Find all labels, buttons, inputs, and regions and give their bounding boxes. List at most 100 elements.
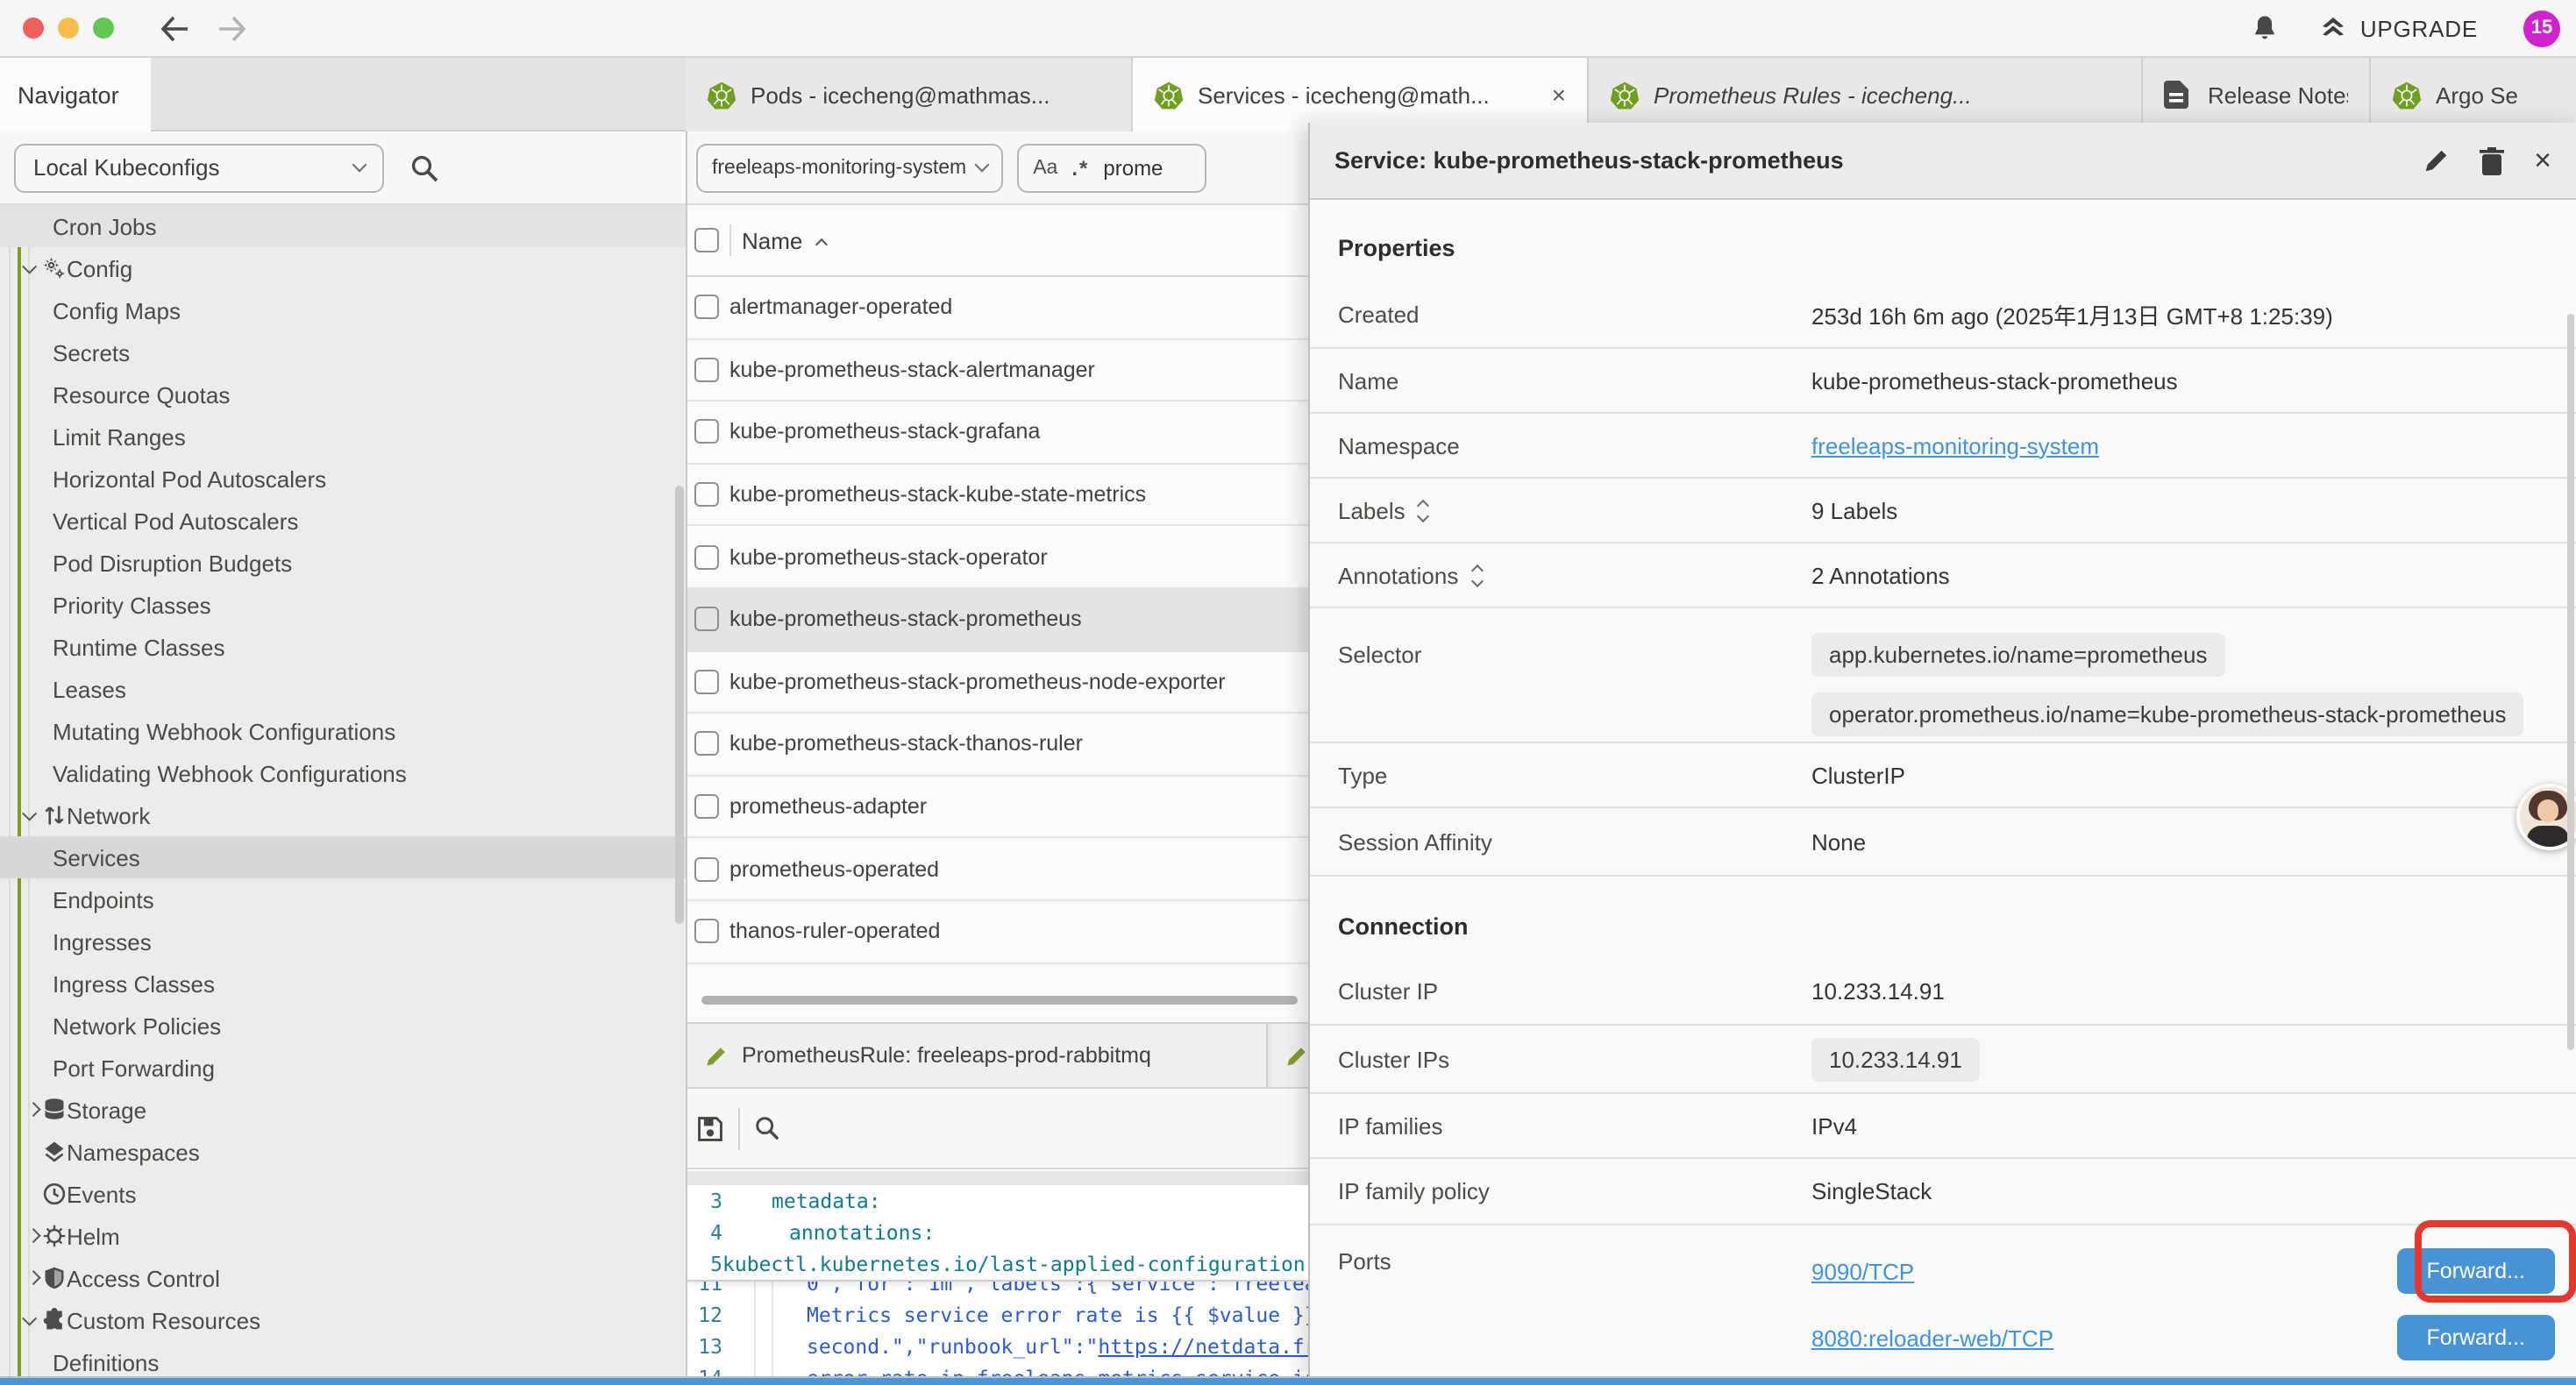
- edit-pencil-icon[interactable]: [2423, 147, 2450, 174]
- table-row[interactable]: kube-prometheus-stack-alertmanager: [687, 339, 1308, 401]
- filter-input[interactable]: [1103, 155, 1184, 180]
- tree-item[interactable]: Network Policies: [0, 1005, 686, 1047]
- forward-button[interactable]: [217, 15, 247, 41]
- delete-trash-icon[interactable]: [2480, 146, 2504, 174]
- tree-item[interactable]: Pod Disruption Budgets: [0, 542, 686, 584]
- forward-button[interactable]: Forward...: [2396, 1315, 2555, 1360]
- close-drawer-icon[interactable]: ×: [2534, 143, 2551, 178]
- namespace-link[interactable]: freeleaps-monitoring-system: [1811, 432, 2099, 458]
- tree-item[interactable]: Namespaces: [0, 1131, 686, 1173]
- table-row[interactable]: kube-prometheus-stack-thanos-ruler: [687, 714, 1308, 776]
- horizontal-scrollbar[interactable]: [701, 996, 1298, 1005]
- tab-navigator[interactable]: Navigator: [0, 58, 151, 131]
- expand-collapse-icon[interactable]: [1420, 501, 1428, 520]
- tree-item[interactable]: Priority Classes: [0, 584, 686, 626]
- table-row[interactable]: prometheus-operated: [687, 839, 1308, 901]
- line-number: 14: [687, 1365, 722, 1376]
- kubeconfig-select[interactable]: Local Kubeconfigs: [14, 143, 384, 192]
- app-tab[interactable]: Pods - icecheng@mathmas... ×: [686, 58, 1133, 131]
- selector-chip: app.kubernetes.io/name=prometheus: [1811, 633, 2224, 677]
- sort-ascending-icon[interactable]: [815, 238, 827, 250]
- tree-item[interactable]: Port Forwarding: [0, 1047, 686, 1089]
- tree-item[interactable]: Vertical Pod Autoscalers: [0, 500, 686, 542]
- close-window-button[interactable]: [23, 18, 44, 39]
- search-icon[interactable]: [410, 153, 438, 181]
- upgrade-button[interactable]: UPGRADE: [2318, 14, 2478, 42]
- match-case-icon[interactable]: Aa: [1033, 157, 1057, 178]
- tree-item[interactable]: Resource Quotas: [0, 373, 686, 416]
- tree-item[interactable]: Cron Jobs: [0, 205, 686, 247]
- code-url-link[interactable]: https://netdata.freeleaps: [1098, 1333, 1308, 1358]
- table-row[interactable]: kube-prometheus-stack-grafana: [687, 401, 1308, 464]
- tree-item[interactable]: Horizontal Pod Autoscalers: [0, 458, 686, 500]
- tree-item[interactable]: Events: [0, 1173, 686, 1215]
- back-button[interactable]: [160, 15, 189, 41]
- minimize-window-button[interactable]: [58, 18, 79, 39]
- tree-item[interactable]: Endpoints: [0, 878, 686, 920]
- property-row-ip-family-policy: IP family policy SingleStack: [1310, 1157, 2576, 1224]
- yaml-editor[interactable]: 3 metadata: 4 annotations: 5 kubectl.kub…: [687, 1185, 1308, 1376]
- tree-item[interactable]: Custom Resources: [0, 1299, 686, 1341]
- save-icon[interactable]: [696, 1114, 724, 1142]
- notification-count-badge[interactable]: 15: [2523, 10, 2560, 46]
- tree-item[interactable]: Leases: [0, 668, 686, 710]
- namespace-select[interactable]: freeleaps-monitoring-system: [696, 143, 1003, 192]
- row-checkbox[interactable]: [694, 482, 719, 507]
- table-row[interactable]: prometheus-adapter: [687, 777, 1308, 839]
- tree-item[interactable]: Ingresses: [0, 920, 686, 962]
- tree-item[interactable]: Limit Ranges: [0, 416, 686, 458]
- tree-item[interactable]: Mutating Webhook Configurations: [0, 710, 686, 752]
- app-tab[interactable]: Prometheus Rules - icecheng... ×: [1589, 58, 2143, 131]
- port-link[interactable]: 9090/TCP: [1811, 1258, 1914, 1284]
- name-column-header[interactable]: Name: [742, 227, 802, 253]
- table-row[interactable]: alertmanager-operated: [687, 277, 1308, 339]
- app-tab[interactable]: Release Notes ×: [2143, 58, 2371, 131]
- tree-item[interactable]: Validating Webhook Configurations: [0, 752, 686, 794]
- drawer-scrollbar[interactable]: [2567, 314, 2574, 1050]
- port-link[interactable]: 8080:reloader-web/TCP: [1811, 1325, 2053, 1351]
- navigator-panel: Local Kubeconfigs Cron Jobs: [0, 131, 687, 1376]
- tree-item[interactable]: Config Maps: [0, 289, 686, 331]
- regex-icon[interactable]: .*: [1071, 155, 1089, 180]
- table-row[interactable]: kube-prometheus-stack-kube-state-metrics: [687, 465, 1308, 527]
- sidebar-scrollbar[interactable]: [675, 486, 684, 924]
- double-chevron-up-icon: [2318, 14, 2348, 42]
- tree-item[interactable]: Runtime Classes: [0, 626, 686, 668]
- zoom-window-button[interactable]: [93, 18, 114, 39]
- row-checkbox[interactable]: [694, 670, 719, 694]
- editor-tab[interactable]: PrometheusRule: freeleaps-prod-rabbitmq: [687, 1024, 1268, 1087]
- table-row[interactable]: kube-prometheus-stack-prometheus-node-ex…: [687, 651, 1308, 714]
- row-checkbox[interactable]: [694, 794, 719, 819]
- tree-item[interactable]: Services: [0, 836, 686, 878]
- row-checkbox[interactable]: [694, 295, 719, 320]
- editor-search-icon[interactable]: [754, 1115, 780, 1141]
- row-checkbox[interactable]: [694, 607, 719, 632]
- sidebar-toolbar: Local Kubeconfigs: [0, 131, 686, 205]
- tree-item[interactable]: Config: [0, 247, 686, 289]
- tree-item[interactable]: Definitions: [0, 1341, 686, 1376]
- row-checkbox[interactable]: [694, 919, 719, 943]
- editor-tab-partial[interactable]: [1271, 1024, 1308, 1087]
- app-tab[interactable]: Services - icecheng@math... ×: [1133, 58, 1589, 131]
- tree-item[interactable]: Network: [0, 794, 686, 836]
- tree-item[interactable]: Ingress Classes: [0, 962, 686, 1005]
- notifications-bell-icon[interactable]: [2250, 12, 2280, 44]
- tree-item-label: Network: [67, 802, 150, 828]
- row-checkbox[interactable]: [694, 420, 719, 444]
- row-checkbox[interactable]: [694, 856, 719, 881]
- row-checkbox[interactable]: [694, 732, 719, 756]
- tree-item[interactable]: Helm: [0, 1215, 686, 1257]
- table-row[interactable]: thanos-ruler-operated: [687, 901, 1308, 963]
- select-all-checkbox[interactable]: [694, 228, 719, 252]
- table-row[interactable]: kube-prometheus-stack-prometheus: [687, 589, 1308, 651]
- close-tab-icon[interactable]: ×: [1552, 81, 1566, 109]
- row-checkbox[interactable]: [694, 358, 719, 382]
- expand-collapse-icon[interactable]: [1472, 565, 1481, 585]
- tree-item[interactable]: Access Control: [0, 1257, 686, 1299]
- forward-button[interactable]: Forward...: [2396, 1248, 2555, 1294]
- tree-item[interactable]: Secrets: [0, 331, 686, 373]
- row-checkbox[interactable]: [694, 544, 719, 569]
- tree-item[interactable]: Storage: [0, 1089, 686, 1131]
- table-row[interactable]: kube-prometheus-stack-operator: [687, 527, 1308, 589]
- app-tab[interactable]: Argo Se ×: [2371, 58, 2576, 131]
